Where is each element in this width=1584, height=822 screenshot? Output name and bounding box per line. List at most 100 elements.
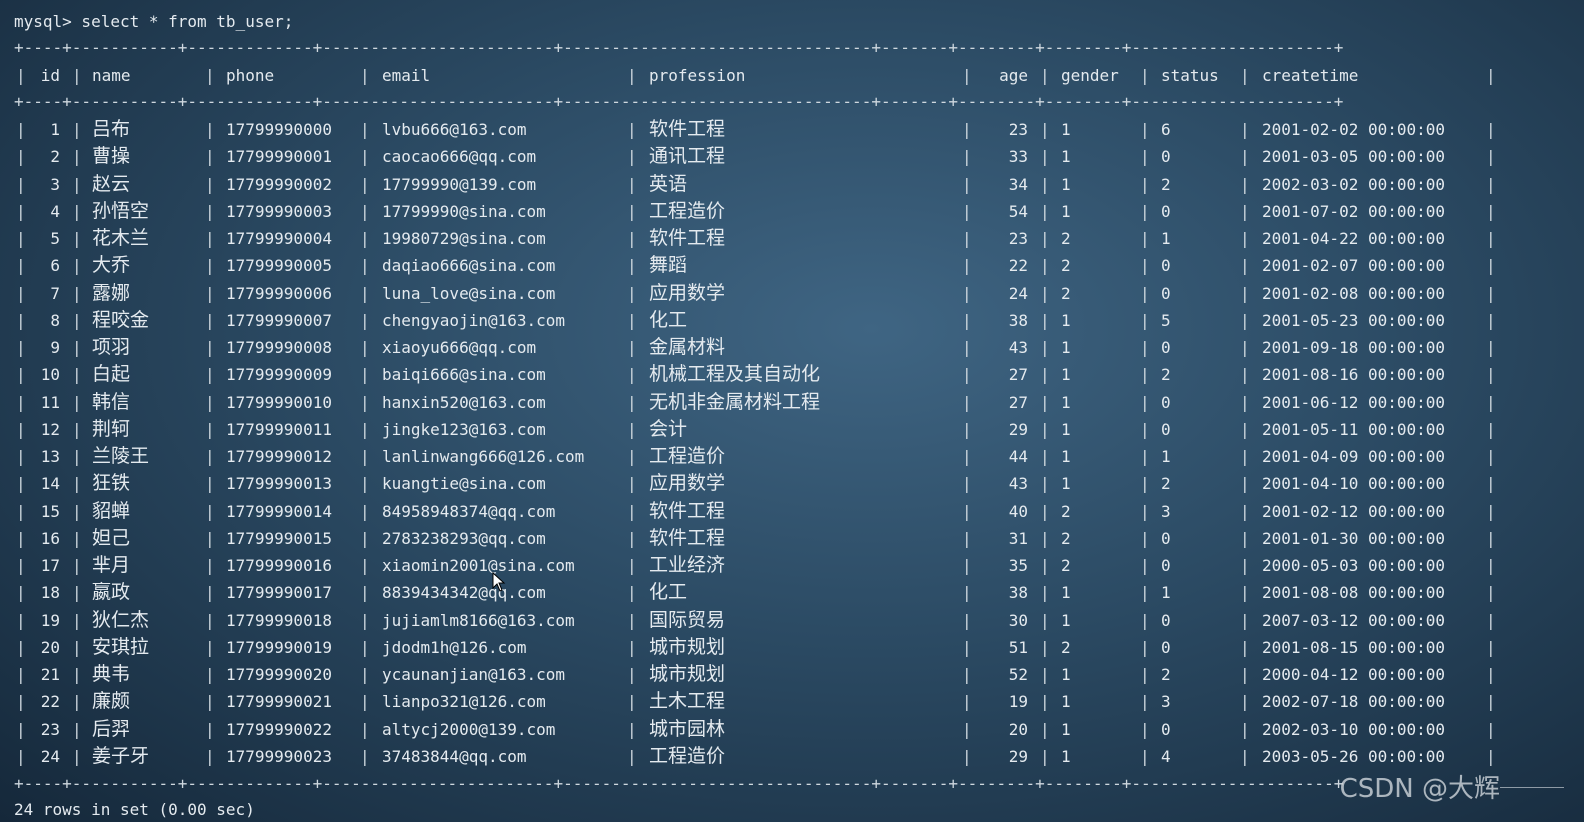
cell-status: 0 [1161, 529, 1171, 548]
cell-age: 38 [1008, 583, 1028, 602]
cell-id: 24 [40, 747, 60, 766]
cell-separator: | [627, 311, 637, 330]
cell-phone: 17799990015 [226, 529, 332, 548]
cell-gender: 2 [1061, 284, 1071, 303]
cell-separator: | [205, 474, 215, 493]
cell-separator: | [1040, 720, 1050, 739]
cell-id: 5 [50, 229, 60, 248]
cell-separator: | [1040, 638, 1050, 657]
cell-profession: 英语 [649, 173, 688, 195]
cell-id: 3 [50, 175, 60, 194]
cell-separator: | [1486, 175, 1496, 194]
cell-separator: | [627, 393, 637, 412]
cell-phone: 17799990007 [226, 311, 332, 330]
cell-id: 1 [50, 120, 60, 139]
cell-name: 兰陵王 [92, 445, 150, 467]
cell-status: 0 [1161, 256, 1171, 275]
cell-email: lanlinwang666@126.com [382, 447, 585, 466]
cell-separator: | [1486, 638, 1496, 657]
cell-separator: | [72, 147, 82, 166]
cell-profession: 软件工程 [649, 527, 726, 549]
cell-gender: 2 [1061, 638, 1071, 657]
cell-id: 20 [40, 638, 60, 657]
cell-id: 21 [40, 665, 60, 684]
cell-phone: 17799990008 [226, 338, 332, 357]
cell-separator: | [16, 66, 26, 85]
cell-phone: 17799990021 [226, 692, 332, 711]
cell-separator: | [962, 147, 972, 166]
cell-separator: | [1486, 229, 1496, 248]
cell-profession: 软件工程 [649, 227, 726, 249]
cell-status: 0 [1161, 638, 1171, 657]
cell-age: 44 [1008, 447, 1028, 466]
cell-separator: | [962, 202, 972, 221]
cell-status: 2 [1161, 474, 1171, 493]
cell-separator: | [205, 420, 215, 439]
cell-age: 40 [1008, 502, 1028, 521]
command-prompt: mysql> select * from tb_user; [14, 12, 294, 31]
cell-separator: | [16, 311, 26, 330]
cell-id: 6 [50, 256, 60, 275]
cell-separator: | [962, 175, 972, 194]
cell-separator: | [962, 583, 972, 602]
cell-separator: | [1140, 447, 1150, 466]
cell-id: 4 [50, 202, 60, 221]
cell-separator: | [1240, 611, 1250, 630]
cell-separator: | [72, 447, 82, 466]
cell-separator: | [627, 447, 637, 466]
cell-separator: | [627, 420, 637, 439]
cell-separator: | [962, 447, 972, 466]
cell-id: 2 [50, 147, 60, 166]
cell-profession: 应用数学 [649, 282, 726, 304]
cell-separator: | [205, 529, 215, 548]
cell-id: 13 [40, 447, 60, 466]
cell-separator: | [962, 474, 972, 493]
cell-createtime: 2001-05-11 00:00:00 [1262, 420, 1446, 439]
cell-separator: | [360, 311, 370, 330]
cell-phone: 17799990018 [226, 611, 332, 630]
cell-separator: | [1240, 338, 1250, 357]
cell-name: name [92, 66, 131, 85]
cell-separator: | [205, 720, 215, 739]
cell-separator: | [1486, 147, 1496, 166]
cell-phone: 17799990014 [226, 502, 332, 521]
cell-separator: | [16, 229, 26, 248]
cell-createtime: 2007-03-12 00:00:00 [1262, 611, 1446, 630]
cell-profession: 城市规划 [649, 663, 726, 685]
cell-status: 0 [1161, 338, 1171, 357]
cell-age: 22 [1008, 256, 1028, 275]
cell-separator: | [1040, 665, 1050, 684]
cell-separator: | [72, 692, 82, 711]
cell-createtime: 2001-08-08 00:00:00 [1262, 583, 1446, 602]
cell-id: 23 [40, 720, 60, 739]
cell-gender: 1 [1061, 692, 1071, 711]
cell-email: baiqi666@sina.com [382, 365, 546, 384]
cell-createtime: 2001-02-07 00:00:00 [1262, 256, 1446, 275]
cell-createtime: 2001-06-12 00:00:00 [1262, 393, 1446, 412]
cell-separator: | [1140, 502, 1150, 521]
cell-id: 22 [40, 692, 60, 711]
cell-profession: 工程造价 [649, 745, 726, 767]
cell-separator: | [1486, 338, 1496, 357]
cell-gender: gender [1061, 66, 1119, 85]
cell-id: 11 [40, 393, 60, 412]
cell-separator: | [16, 638, 26, 657]
terminal-window[interactable]: mysql> select * from tb_user; +----+----… [0, 0, 1584, 822]
cell-status: 0 [1161, 284, 1171, 303]
cell-status: 1 [1161, 229, 1171, 248]
cell-separator: | [205, 502, 215, 521]
cell-separator: | [1240, 175, 1250, 194]
cell-createtime: 2001-04-09 00:00:00 [1262, 447, 1446, 466]
cell-separator: | [1486, 611, 1496, 630]
cell-separator: | [360, 447, 370, 466]
cell-status: 1 [1161, 447, 1171, 466]
cell-createtime: createtime [1262, 66, 1359, 85]
watermark: CSDN @大辉 [1339, 774, 1500, 804]
cell-separator: | [1040, 692, 1050, 711]
cell-separator: | [205, 611, 215, 630]
cell-separator: | [1140, 284, 1150, 303]
cell-name: 荆轲 [92, 418, 131, 440]
cell-phone: 17799990006 [226, 284, 332, 303]
cell-separator: | [1140, 311, 1150, 330]
cell-separator: | [360, 583, 370, 602]
